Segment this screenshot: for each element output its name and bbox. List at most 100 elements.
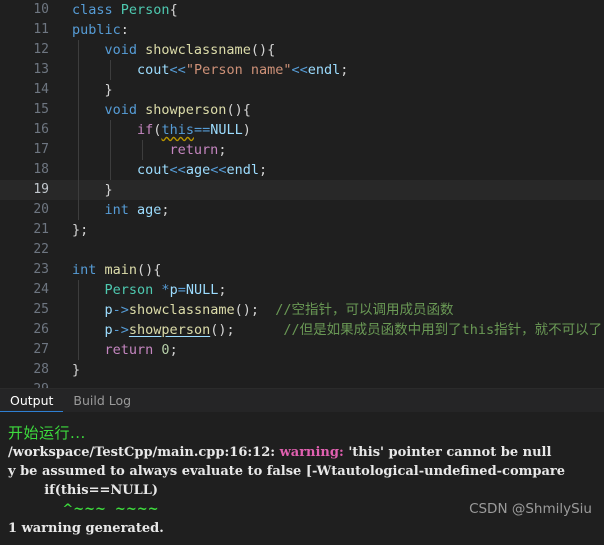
- code-line[interactable]: 18 cout<<age<<endl;: [0, 160, 604, 180]
- code-text: int main(){: [72, 260, 161, 280]
- line-number: 13: [33, 62, 49, 77]
- output-line: y be assumed to always evaluate to false…: [0, 462, 604, 481]
- panel-tabbar: Output Build Log: [0, 388, 604, 413]
- code-token: endl: [307, 62, 341, 78]
- code-token: showperson: [145, 102, 227, 118]
- output-segment: /workspace/TestCpp/main.cpp:16:12:: [8, 445, 280, 460]
- code-token: }: [104, 82, 113, 98]
- code-line[interactable]: 10 class Person{: [0, 0, 604, 20]
- code-token: class: [72, 2, 121, 18]
- tab-build-log[interactable]: Build Log: [63, 389, 141, 413]
- code-line[interactable]: 12 void showclassname(){: [0, 40, 604, 60]
- code-token: age: [137, 202, 162, 218]
- code-token: showperson: [128, 322, 211, 338]
- code-line[interactable]: 21};: [0, 220, 604, 240]
- output-segment: if(this==NULL): [8, 483, 159, 498]
- code-token: int: [104, 202, 138, 218]
- code-line[interactable]: 23 int main(){: [0, 260, 604, 280]
- code-token: cout: [137, 162, 170, 178]
- code-token: main: [104, 262, 138, 278]
- output-segment: y be assumed to always evaluate to false…: [8, 464, 566, 479]
- output-segment: ^~~~ ~~~~: [62, 502, 159, 517]
- output-segment: [8, 502, 62, 517]
- code-line[interactable]: 20 int age;: [0, 200, 604, 220]
- code-token: ();: [234, 302, 276, 318]
- code-token: :: [120, 22, 129, 38]
- code-token: ->: [112, 322, 129, 338]
- code-text: public:: [72, 20, 129, 40]
- code-token: p: [169, 282, 178, 298]
- code-token: this: [161, 122, 194, 138]
- code-text: }: [72, 80, 113, 100]
- code-token: public: [72, 22, 121, 38]
- code-text: return;: [72, 140, 227, 160]
- code-token: p: [104, 302, 113, 318]
- code-token: endl: [226, 162, 259, 178]
- code-line[interactable]: 27 return 0;: [0, 340, 604, 360]
- line-number: 28: [33, 362, 49, 377]
- code-line[interactable]: 29: [0, 380, 604, 388]
- output-segment: 1 warning generated.: [8, 521, 164, 536]
- line-number: 11: [33, 22, 49, 37]
- watermark: CSDN @ShmilySiu: [469, 501, 592, 517]
- code-text: p->showperson(); //但是如果成员函数中用到了this指针，就不…: [72, 320, 603, 340]
- line-number: 16: [33, 122, 49, 137]
- code-line[interactable]: 13 cout<<"Person name"<<endl;: [0, 60, 604, 80]
- code-line[interactable]: 19 }: [0, 180, 604, 200]
- code-token: }: [104, 182, 113, 198]
- code-line[interactable]: 11 public:: [0, 20, 604, 40]
- code-token: if: [137, 122, 154, 138]
- ide-window: 10 class Person{11 public: 12 void showclas…: [0, 0, 604, 545]
- line-number: 10: [33, 2, 49, 17]
- code-line[interactable]: 28}: [0, 360, 604, 380]
- code-text: void showperson(){: [72, 100, 251, 120]
- code-token: {: [169, 2, 178, 18]
- code-line[interactable]: 22: [0, 240, 604, 260]
- line-number: 25: [33, 302, 49, 317]
- code-text: cout<<"Person name"<<endl;: [72, 60, 348, 80]
- code-text: void showclassname(){: [72, 40, 276, 60]
- code-line[interactable]: 15 void showperson(){: [0, 100, 604, 120]
- code-text: int age;: [72, 200, 170, 220]
- code-token: void: [104, 102, 146, 118]
- code-line[interactable]: 26 p->showperson(); //但是如果成员函数中用到了this指针…: [0, 320, 604, 340]
- code-line[interactable]: 17 return;: [0, 140, 604, 160]
- code-token: =: [177, 282, 186, 298]
- code-text: cout<<age<<endl;: [72, 160, 267, 180]
- line-number: 29: [0, 380, 58, 388]
- code-token: <<: [169, 62, 186, 78]
- code-line[interactable]: 14 }: [0, 80, 604, 100]
- code-text: }: [72, 180, 113, 200]
- code-line[interactable]: 24 Person *p=NULL;: [0, 280, 604, 300]
- code-token: showclassname: [145, 42, 251, 58]
- tab-output[interactable]: Output: [0, 389, 64, 413]
- code-line[interactable]: 25 p->showclassname(); //空指针，可以调用成员函数: [0, 300, 604, 320]
- code-editor[interactable]: 10 class Person{11 public: 12 void showclas…: [0, 0, 604, 388]
- compiler-output: /workspace/TestCpp/main.cpp:16:12: warni…: [0, 443, 604, 538]
- panel-body[interactable]: 开始运行... /workspace/TestCpp/main.cpp:16:1…: [0, 412, 604, 545]
- line-number: 24: [33, 282, 49, 297]
- line-number: 19: [33, 182, 49, 197]
- code-token: <<: [210, 162, 227, 178]
- code-token: ;: [340, 62, 349, 78]
- output-line: /workspace/TestCpp/main.cpp:16:12: warni…: [0, 443, 604, 462]
- line-number: 23: [33, 262, 49, 277]
- code-token: int: [72, 262, 105, 278]
- code-token: Person: [120, 2, 170, 18]
- line-number: 12: [33, 42, 49, 57]
- code-line[interactable]: 16 if(this==NULL): [0, 120, 604, 140]
- code-text: return 0;: [72, 340, 178, 360]
- code-text: }: [72, 360, 80, 380]
- code-token: return: [169, 142, 219, 158]
- code-token: *: [161, 282, 170, 298]
- code-text: };: [72, 220, 88, 240]
